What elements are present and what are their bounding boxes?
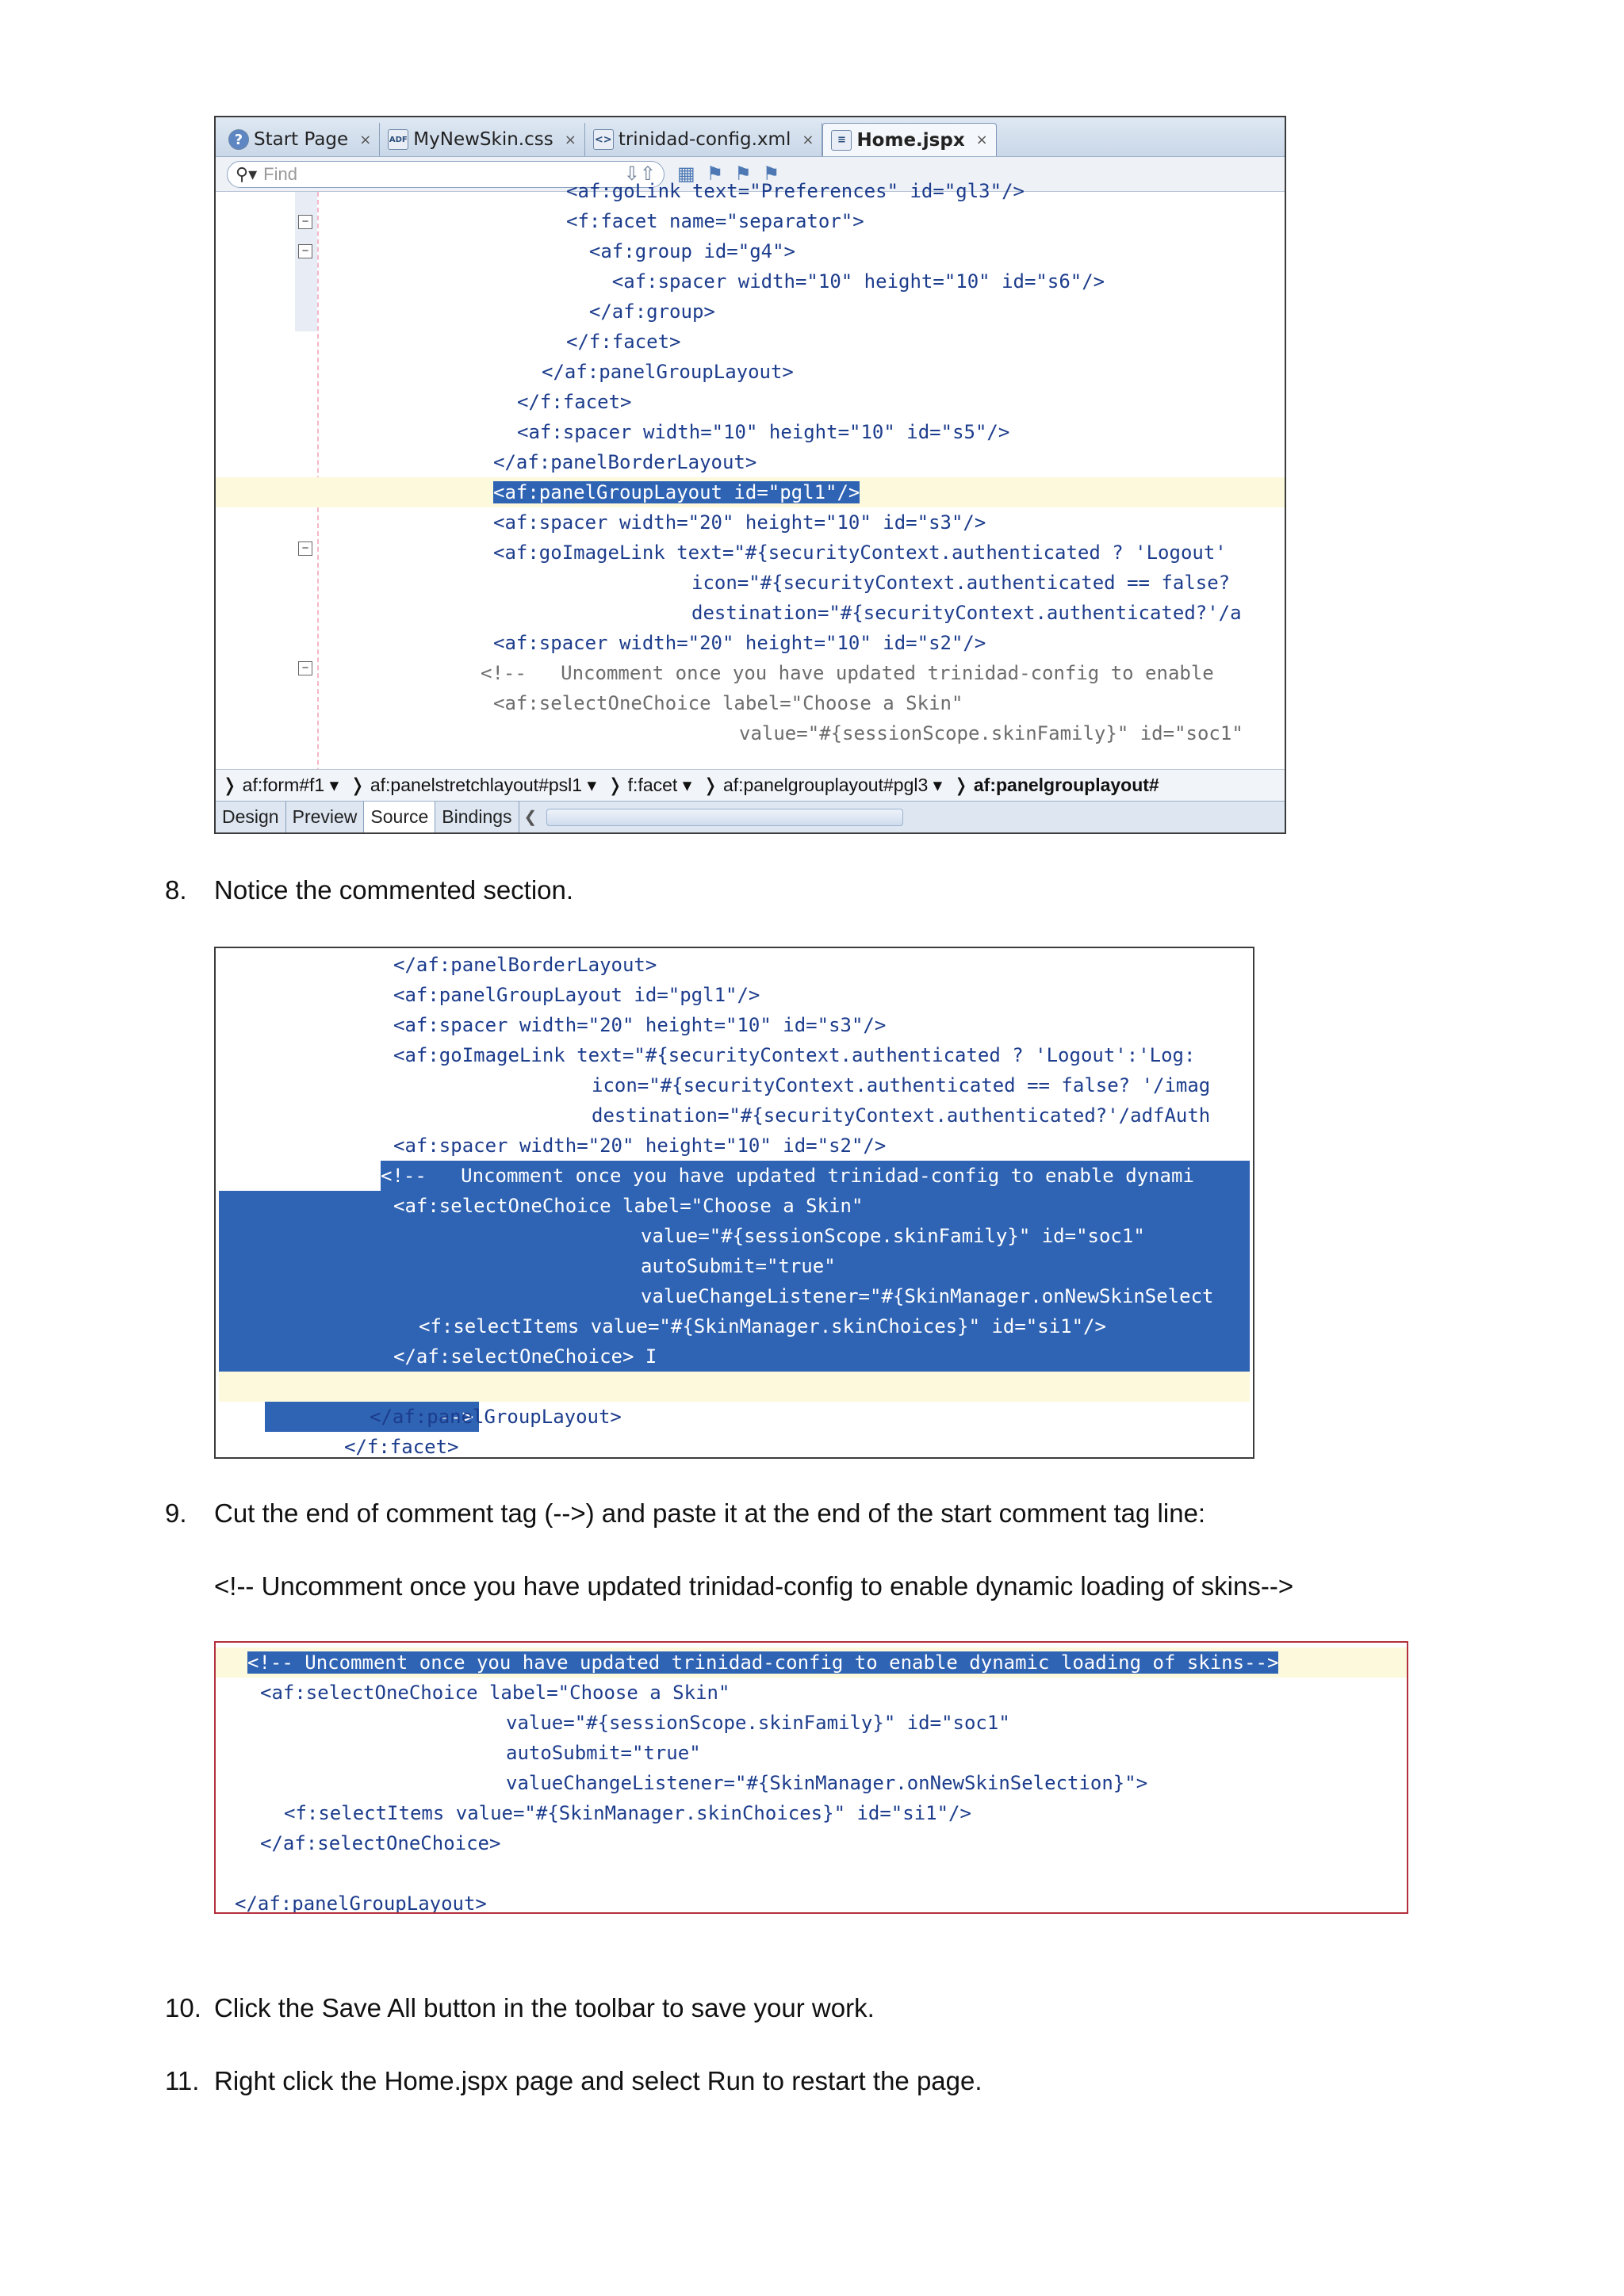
code-line: </af:group> <box>566 300 715 323</box>
code-line: </af:panelGroupLayout> <box>542 361 794 383</box>
code-line: <af:selectOneChoice label="Choose a Skin… <box>260 1682 730 1704</box>
selected-code-line: <f:selectItems value="#{SkinManager.skin… <box>219 1311 1250 1341</box>
breadcrumb-item[interactable]: ❭ af:panelgrouplayout#pgl3 ▾ <box>703 775 942 796</box>
scroll-left-icon[interactable]: ❮ <box>524 807 538 827</box>
selected-code-line: </af:selectOneChoice> I <box>219 1341 1250 1372</box>
code-line: </f:facet> <box>517 391 632 413</box>
xml-file-icon: <> <box>592 129 614 150</box>
selected-code: <af:panelGroupLayout id="pgl1"/> <box>493 481 860 503</box>
selected-code-line: <af:selectOneChoice label="Choose a Skin… <box>219 1191 1250 1221</box>
code-line: valueChangeListener="#{SkinManager.onNew… <box>506 1772 1148 1794</box>
close-icon[interactable]: × <box>565 132 576 148</box>
text-cursor-icon: I <box>645 1345 657 1368</box>
code-line: <f:selectItems value="#{SkinManager.skin… <box>284 1802 971 1824</box>
editor-tab-bar: ? Start Page × ADF MyNewSkin.css × <> tr… <box>216 117 1285 157</box>
code-line: </af:panelGroupLayout> <box>235 1892 487 1914</box>
code-line: icon="#{securityContext.authenticated ==… <box>691 572 1231 594</box>
code-line: <af:panelGroupLayout id="pgl1"/> <box>393 984 760 1006</box>
breadcrumb-item-current[interactable]: ❭ af:panelgrouplayout# <box>953 775 1159 796</box>
tab-label: Home.jspx <box>856 129 965 151</box>
code-line: </af:selectOneChoice> <box>260 1832 501 1854</box>
code-line: </f:facet> <box>344 1436 459 1458</box>
step-8: 8. Notice the commented section. <box>165 875 574 905</box>
close-icon[interactable]: × <box>802 132 814 148</box>
code-line: autoSubmit="true" <box>506 1742 701 1764</box>
jspx-file-icon: ≡ <box>831 129 852 151</box>
horizontal-scrollbar[interactable] <box>546 808 904 826</box>
tab-label: MyNewSkin.css <box>413 129 553 150</box>
step-11: 11. Right click the Home.jspx page and se… <box>165 2066 982 2095</box>
code-line: <af:spacer width="10" height="10" id="s6… <box>566 270 1105 293</box>
code-line-highlighted: --> <box>219 1372 1250 1432</box>
selected-code-line: autoSubmit="true" <box>219 1251 1250 1281</box>
code-line: destination="#{securityContext.authentic… <box>592 1104 1211 1127</box>
breadcrumb: ❭ af:form#f1 ▾ ❭ af:panelstretchlayout#p… <box>216 769 1285 801</box>
close-icon[interactable]: × <box>359 132 371 148</box>
selected-code-line: <!-- Uncomment once you have updated tri… <box>381 1161 1250 1191</box>
code-line-comment: <af:selectOneChoice label="Choose a Skin… <box>493 692 963 714</box>
code-line: destination="#{securityContext.authentic… <box>691 602 1242 624</box>
ide-screenshot: ? Start Page × ADF MyNewSkin.css × <> tr… <box>214 116 1286 834</box>
code-line: <af:spacer width="20" height="10" id="s2… <box>493 632 986 654</box>
selected-code-line: valueChangeListener="#{SkinManager.onNew… <box>219 1281 1250 1311</box>
code-line: <af:goLink text="Preferences" id="gl3"/> <box>566 180 1025 202</box>
tab-mynewskin-css[interactable]: ADF MyNewSkin.css × <box>380 123 585 156</box>
css-file-icon: ADF <box>388 129 409 150</box>
code-line: icon="#{securityContext.authenticated ==… <box>592 1074 1211 1096</box>
tab-label: Start Page <box>254 129 349 150</box>
code-line: <af:spacer width="20" height="10" id="s3… <box>393 1014 887 1036</box>
code-line-comment: value="#{sessionScope.skinFamily}" id="s… <box>739 722 1243 744</box>
code-line-highlighted: <af:panelGroupLayout id="pgl1"/> <box>216 477 1285 507</box>
selected-code-line: value="#{sessionScope.skinFamily}" id="s… <box>219 1221 1250 1251</box>
tab-preview[interactable]: Preview <box>286 801 365 832</box>
code-line-highlighted: <!-- Uncomment once you have updated tri… <box>216 1647 1407 1678</box>
tab-design[interactable]: Design <box>216 801 286 832</box>
code-screenshot-updated-comment: <!-- Uncomment once you have updated tri… <box>214 1641 1408 1914</box>
code-screenshot-commented-section: </af:panelBorderLayout> <af:panelGroupLa… <box>214 947 1254 1459</box>
step-9: 9. Cut the end of comment tag (-->) and p… <box>165 1498 1206 1528</box>
code-line: <af:goImageLink text="#{securityContext.… <box>493 541 1227 564</box>
tab-home-jspx[interactable]: ≡ Home.jspx × <box>822 123 997 156</box>
code-line: <af:spacer width="20" height="10" id="s3… <box>493 511 986 534</box>
code-line: <af:spacer width="10" height="10" id="s5… <box>517 421 1010 443</box>
breadcrumb-item[interactable]: ❭ af:form#f1 ▾ <box>222 775 339 796</box>
help-icon: ? <box>228 129 249 150</box>
code-editor[interactable]: − − − − <af:goLink text="Preferences" id… <box>216 180 1285 832</box>
breadcrumb-item[interactable]: ❭ af:panelstretchlayout#psl1 ▾ <box>350 775 596 796</box>
tab-label: trinidad-config.xml <box>618 129 791 150</box>
breadcrumb-item[interactable]: ❭ f:facet ▾ <box>607 775 691 796</box>
tab-bindings[interactable]: Bindings <box>435 801 519 832</box>
step-10: 10. Click the Save All button in the tool… <box>165 1993 875 2022</box>
code-line: </af:panelGroupLayout> <box>370 1406 622 1428</box>
code-line: </af:panelBorderLayout> <box>493 451 757 473</box>
code-line: <af:goImageLink text="#{securityContext.… <box>393 1044 1196 1066</box>
code-line-comment: <!-- Uncomment once you have updated tri… <box>481 662 1214 684</box>
code-line: <af:spacer width="20" height="10" id="s2… <box>393 1135 887 1157</box>
tab-trinidad-config[interactable]: <> trinidad-config.xml × <box>585 123 823 156</box>
code-line: <f:facet name="separator"> <box>566 210 864 232</box>
code-line: <af:group id="g4"> <box>566 240 795 262</box>
tab-source[interactable]: Source <box>364 801 436 832</box>
tab-start-page[interactable]: ? Start Page × <box>220 123 381 156</box>
code-line: </f:facet> <box>566 331 681 353</box>
editor-view-tabs: Design Preview Source Bindings ❮ <box>216 801 1285 832</box>
code-line: value="#{sessionScope.skinFamily}" id="s… <box>506 1712 1010 1734</box>
close-icon[interactable]: × <box>976 132 988 148</box>
step-9-comment-line: <!-- Uncomment once you have updated tri… <box>214 1571 1294 1601</box>
code-line: </af:panelBorderLayout> <box>393 954 657 976</box>
